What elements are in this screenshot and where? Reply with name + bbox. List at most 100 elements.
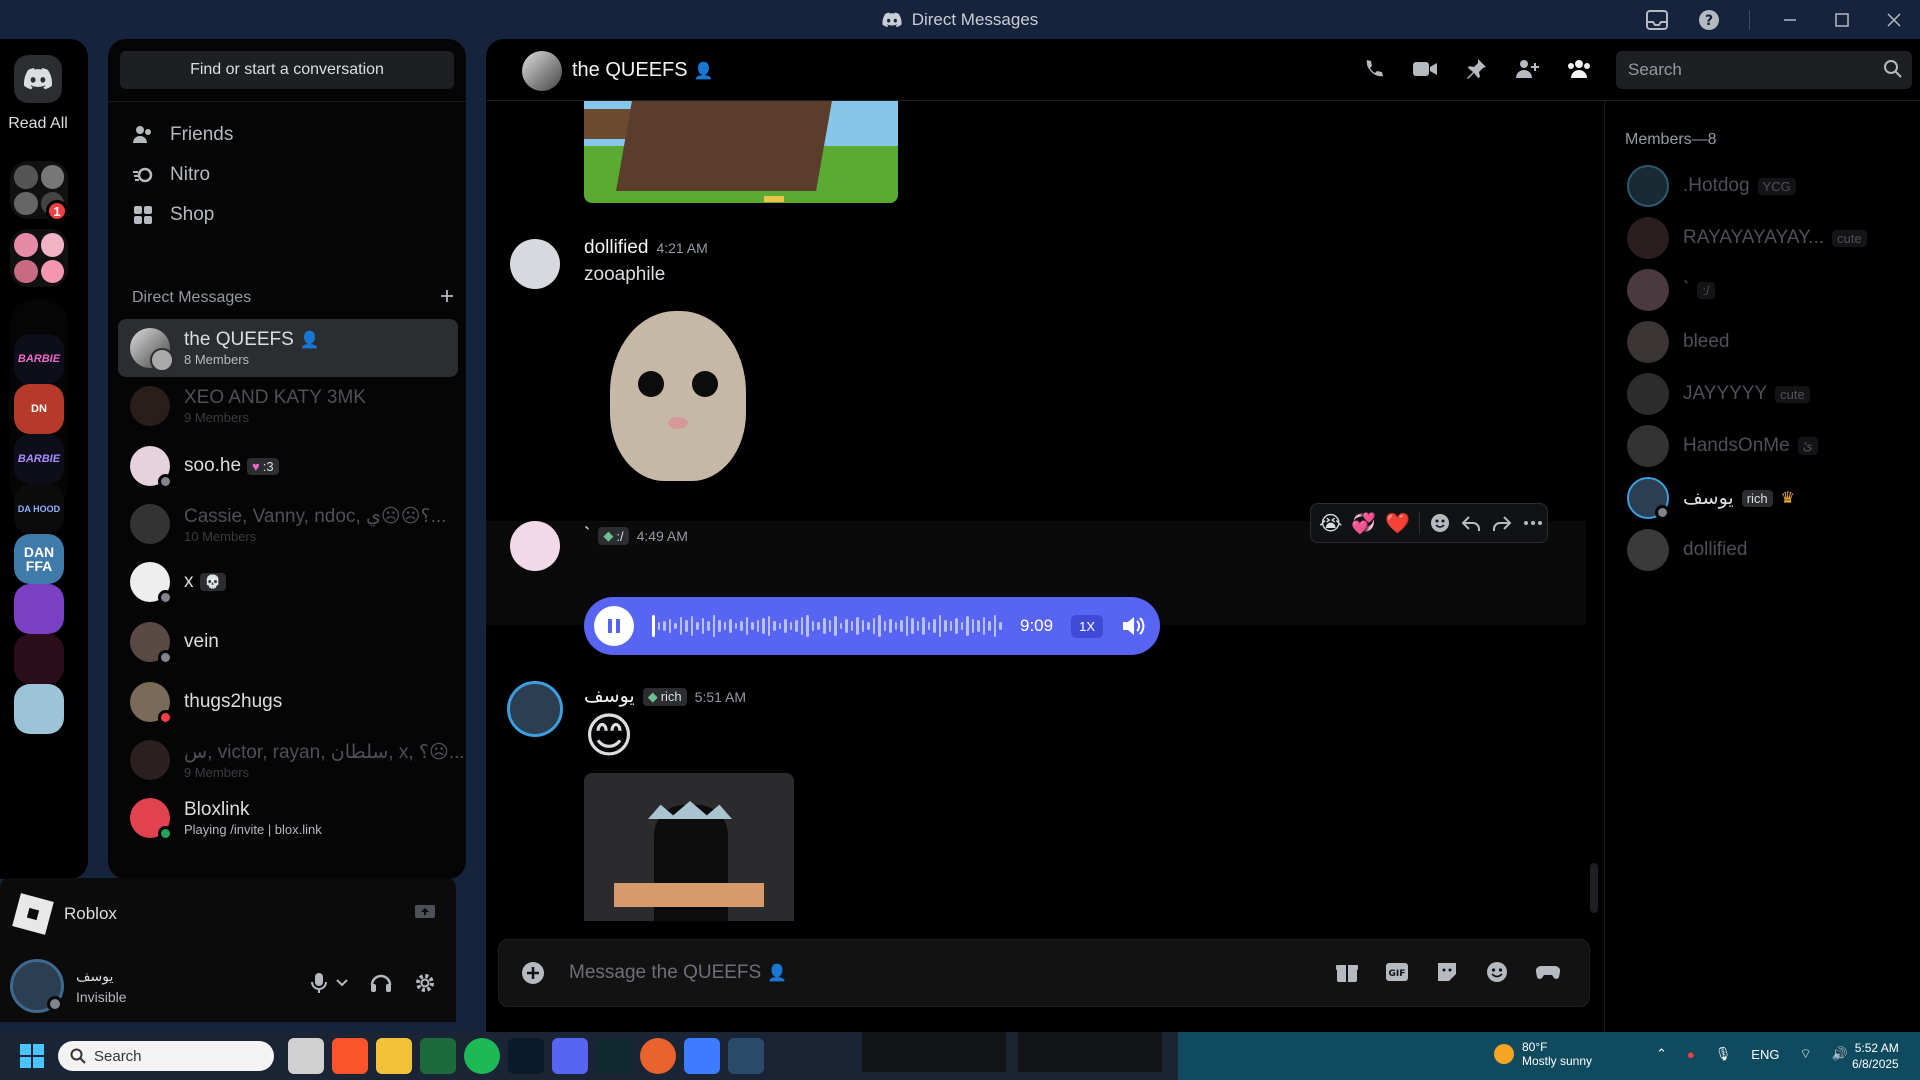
activity-panel[interactable]: Roblox [0, 878, 456, 950]
reply-icon[interactable] [1460, 512, 1482, 534]
video-call-icon[interactable] [1412, 57, 1438, 81]
dm-item[interactable]: Cassie, Vanny, ndoc, ؟☹☹ي... 10 Members [118, 495, 458, 553]
server-icon[interactable]: DAN FFA [14, 534, 64, 584]
hamster-sticker[interactable] [610, 311, 746, 481]
dm-item[interactable]: the QUEEFS 👤 8 Members [118, 319, 458, 377]
app-icon[interactable] [728, 1038, 764, 1074]
taskbar-search[interactable]: Search [58, 1041, 274, 1071]
server-icon[interactable]: DA HOOD [14, 484, 64, 534]
microphone-tray-icon[interactable]: 🎙 [1715, 1046, 1732, 1062]
server-icon[interactable] [14, 684, 64, 734]
member-item[interactable]: RAYAYAYAYAY... cute [1627, 213, 1867, 263]
gif-icon[interactable]: GIF [1385, 960, 1409, 984]
taskview-icon[interactable] [288, 1038, 324, 1074]
server-icon[interactable]: BARBIE [14, 334, 64, 384]
nav-shop[interactable]: Shop [120, 193, 454, 237]
member-list-icon[interactable] [1566, 57, 1592, 81]
dm-item[interactable]: soo.he ♥:3 [118, 437, 458, 495]
dm-item[interactable]: x 💀 [118, 553, 458, 611]
weather-widget[interactable]: 80°F Mostly sunny [1494, 1040, 1592, 1068]
language-indicator[interactable]: ENG [1751, 1047, 1779, 1062]
avatar[interactable] [510, 521, 560, 571]
member-item[interactable]: bleed [1627, 317, 1730, 367]
microphone-icon[interactable] [310, 972, 328, 994]
inbox-icon[interactable] [1645, 8, 1669, 32]
image-attachment[interactable] [584, 101, 898, 203]
sticker-icon[interactable] [1435, 960, 1459, 984]
app-icon[interactable] [596, 1038, 632, 1074]
member-item[interactable]: dollified [1627, 525, 1747, 575]
more-options-icon[interactable] [1522, 512, 1544, 534]
dm-item[interactable]: vein [118, 613, 458, 671]
message-author[interactable]: ` [584, 525, 590, 547]
close-icon[interactable] [1882, 8, 1906, 32]
member-item[interactable]: HandsOnMe ئ [1627, 421, 1818, 471]
avatar[interactable] [510, 239, 560, 289]
dm-item[interactable]: س, victor, rayan, سلطان, x, ؟☹... 9 Memb… [118, 731, 465, 789]
activities-gamepad-icon[interactable] [1535, 960, 1561, 984]
spotify-icon[interactable] [464, 1038, 500, 1074]
microphone-app-icon[interactable] [640, 1038, 676, 1074]
member-item[interactable]: .Hotdog YCG [1627, 161, 1796, 211]
server-icon[interactable]: DN [14, 384, 64, 434]
server-icon[interactable] [14, 584, 64, 634]
app-icon[interactable] [684, 1038, 720, 1074]
add-reaction-icon[interactable] [1429, 512, 1451, 534]
voice-call-icon[interactable] [1362, 57, 1386, 81]
find-conversation-button[interactable]: Find or start a conversation [120, 51, 454, 89]
scrollbar[interactable] [1590, 863, 1598, 913]
message-input[interactable]: Message the QUEEFS 👤 [569, 962, 787, 984]
member-item[interactable]: `:/ [1627, 265, 1715, 315]
tray-app-icon[interactable]: ● [1687, 1047, 1695, 1062]
reaction-sob[interactable]: 😭 [1319, 511, 1342, 536]
file-explorer-icon[interactable] [376, 1038, 412, 1074]
server-icon[interactable]: BARBIE [14, 434, 64, 484]
playback-speed-button[interactable]: 1X [1071, 614, 1103, 638]
clock[interactable]: 5:52 AM 6/8/2025 [1852, 1040, 1899, 1072]
volume-icon[interactable] [1121, 614, 1147, 638]
emoji-icon[interactable] [1485, 960, 1509, 984]
pause-button[interactable] [594, 606, 634, 646]
add-attachment-icon[interactable] [521, 961, 545, 985]
member-item[interactable]: يوسف rich ♛ [1627, 473, 1795, 523]
server-icon[interactable] [14, 634, 64, 684]
maximize-icon[interactable] [1830, 8, 1854, 32]
avatar[interactable] [507, 681, 563, 737]
message-composer[interactable]: Message the QUEEFS 👤 GIF [498, 939, 1590, 1007]
message-author[interactable]: يوسف [584, 685, 635, 708]
dm-item[interactable]: XEO AND KATY 3MK 9 Members [118, 377, 458, 435]
screen-share-icon[interactable] [414, 904, 436, 922]
message-author[interactable]: dollified [584, 237, 648, 259]
voice-waveform[interactable] [652, 612, 1002, 640]
nav-nitro[interactable]: Nitro [120, 153, 454, 197]
minimize-icon[interactable] [1778, 8, 1802, 32]
app-icon[interactable] [420, 1038, 456, 1074]
dm-item[interactable]: Bloxlink Playing /invite | blox.link [118, 789, 458, 847]
reaction-heart[interactable]: ❤️ [1385, 511, 1410, 536]
server-folder[interactable] [10, 229, 68, 287]
settings-gear-icon[interactable] [414, 972, 436, 994]
chevron-up-icon[interactable]: ⌃ [1656, 1046, 1667, 1062]
headphones-icon[interactable] [370, 972, 392, 994]
dm-item[interactable]: thugs2hugs [118, 673, 458, 731]
gift-icon[interactable] [1335, 960, 1359, 984]
app-icon[interactable] [508, 1038, 544, 1074]
create-dm-plus-icon[interactable] [440, 289, 454, 307]
discord-taskbar-icon[interactable] [552, 1038, 588, 1074]
image-attachment[interactable] [584, 773, 794, 921]
nav-friends[interactable]: Friends [120, 113, 454, 157]
pin-icon[interactable] [1464, 57, 1488, 81]
help-icon[interactable]: ? [1697, 8, 1721, 32]
home-button[interactable] [14, 55, 62, 103]
search-input[interactable]: Search [1616, 51, 1912, 89]
member-item[interactable]: JAYYYYY cute [1627, 369, 1810, 419]
add-friends-icon[interactable] [1514, 57, 1540, 81]
start-button[interactable] [20, 1044, 44, 1068]
brave-icon[interactable] [332, 1038, 368, 1074]
chevron-down-icon[interactable] [336, 979, 348, 987]
read-all-button[interactable]: Read All [0, 115, 76, 133]
forward-icon[interactable] [1491, 512, 1513, 534]
volume-tray-icon[interactable]: 🔊 [1832, 1046, 1848, 1062]
reaction-hearts[interactable]: 💞 [1351, 511, 1376, 536]
user-avatar[interactable] [10, 959, 64, 1013]
